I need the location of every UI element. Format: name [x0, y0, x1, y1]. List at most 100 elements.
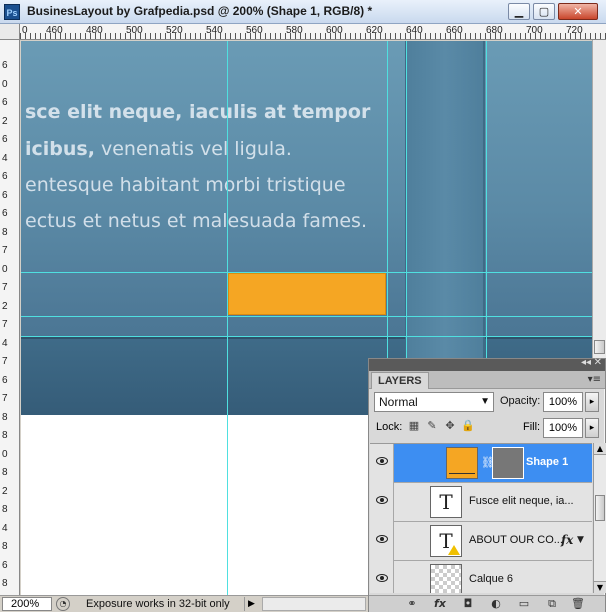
ruler-tick	[520, 33, 521, 39]
visibility-toggle[interactable]	[370, 444, 394, 483]
ruler-tick	[200, 33, 201, 39]
layer-row-text[interactable]: T Fusce elit neque, ia...	[370, 483, 592, 522]
lock-transparent-icon[interactable]: ▦	[407, 419, 421, 433]
layer-thumbnail	[430, 564, 462, 593]
orange-button-shape[interactable]	[228, 273, 386, 315]
ruler-tick	[570, 33, 571, 39]
maximize-button[interactable]: ▢	[533, 3, 555, 20]
ruler-tick	[435, 33, 436, 39]
chevron-down-icon: ▼	[480, 396, 490, 407]
ruler-tick	[55, 33, 56, 39]
layers-scrollbar[interactable]: ▲ ▼	[593, 443, 606, 593]
ruler-label: 6	[2, 208, 8, 219]
layers-footer-toolbar: ⚭ fx ◘ ◐ ▭ ⧉ 🗑	[369, 595, 605, 612]
ruler-label: 0	[2, 448, 8, 460]
ruler-tick	[480, 33, 481, 39]
horizontal-guide[interactable]	[21, 336, 606, 337]
ruler-label: 8	[2, 541, 8, 552]
tab-layers[interactable]: LAYERS	[371, 372, 429, 389]
opacity-slider-button[interactable]: ▸	[585, 392, 599, 412]
eye-icon	[376, 535, 388, 543]
ruler-tick	[445, 33, 446, 39]
ruler-tick	[460, 33, 461, 39]
fill-slider-button[interactable]: ▸	[585, 418, 599, 438]
vector-mask-thumbnail[interactable]	[492, 447, 524, 479]
fx-icon[interactable]: fx	[431, 597, 449, 611]
ruler-tick	[70, 33, 71, 39]
ruler-tick	[310, 33, 311, 39]
ruler-tick	[45, 33, 46, 39]
ruler-tick	[405, 33, 406, 39]
scroll-up-icon[interactable]: ▲	[594, 443, 606, 455]
visibility-toggle[interactable]	[370, 522, 394, 561]
photoshop-app-icon[interactable]: Ps	[4, 4, 20, 20]
document-vertical-scrollbar[interactable]	[592, 40, 606, 358]
panel-title-strip[interactable]: ◂◂ ✕	[369, 357, 605, 371]
opacity-input[interactable]: 100%	[543, 392, 583, 412]
ruler-tick	[225, 33, 226, 39]
ruler-tick	[455, 33, 456, 39]
status-info-icon[interactable]: ◔	[56, 597, 70, 611]
warning-icon	[448, 545, 460, 555]
chevron-down-icon[interactable]: ▼	[577, 535, 584, 545]
horizontal-guide[interactable]	[21, 316, 606, 317]
text-layer-icon: T	[430, 525, 462, 557]
ruler-tick	[250, 33, 251, 39]
scroll-down-icon[interactable]: ▼	[594, 581, 606, 593]
vertical-guide[interactable]	[227, 41, 228, 595]
ruler-tick	[550, 33, 551, 39]
ruler-tick	[95, 33, 96, 39]
visibility-toggle[interactable]	[370, 561, 394, 593]
fx-icon[interactable]: fx	[561, 533, 573, 547]
ruler-tick	[355, 33, 356, 39]
layer-name: Fusce elit neque, ia...	[469, 495, 574, 507]
ruler-tick	[255, 33, 256, 39]
scroll-thumb[interactable]	[595, 495, 605, 521]
new-group-icon[interactable]: ▭	[515, 597, 533, 611]
close-panel-icon[interactable]: ✕	[594, 357, 602, 368]
ruler-tick	[125, 33, 126, 39]
ruler-tick	[110, 33, 111, 39]
layer-row-about[interactable]: T ABOUT OUR CO... fx ▼	[370, 522, 592, 561]
ruler-tick	[565, 33, 566, 39]
lock-all-icon[interactable]: 🔒	[461, 419, 475, 433]
horizontal-scrollbar[interactable]	[262, 597, 366, 611]
zoom-level-input[interactable]: 200%	[2, 597, 52, 611]
new-layer-icon[interactable]: ⧉	[543, 597, 561, 611]
status-menu-arrow[interactable]: ▶	[244, 597, 258, 611]
lock-position-icon[interactable]: ✥	[443, 419, 457, 433]
title-bar: Ps BusinesLayout by Grafpedia.psd @ 200%…	[0, 0, 606, 24]
ruler-label: 7	[2, 356, 8, 367]
minimize-button[interactable]: ▁	[508, 3, 530, 20]
lock-pixels-icon[interactable]: ✎	[425, 419, 439, 433]
ruler-tick	[180, 33, 181, 39]
layers-panel: ◂◂ ✕ LAYERS ▾≡ Normal ▼ Opacity: 100% ▸ …	[368, 357, 606, 612]
fill-input[interactable]: 100%	[543, 418, 583, 438]
layer-row-calque-6[interactable]: Calque 6	[370, 561, 592, 593]
ruler-tick	[120, 33, 121, 39]
scroll-thumb[interactable]	[594, 340, 605, 354]
layer-name: ABOUT OUR CO...	[469, 534, 563, 546]
ruler-label: 8	[2, 430, 8, 441]
horizontal-guide[interactable]	[21, 272, 606, 273]
horizontal-ruler[interactable]: 0 460 480 500 520 540 560 580 600 620 64…	[20, 24, 606, 40]
collapse-panel-icon[interactable]: ◂◂	[581, 357, 591, 368]
ruler-tick	[495, 33, 496, 39]
link-layers-icon[interactable]: ⚭	[403, 597, 421, 611]
ruler-label: 8	[2, 411, 8, 423]
add-mask-icon[interactable]: ◘	[459, 597, 477, 611]
ruler-tick	[485, 33, 486, 39]
ruler-origin[interactable]	[0, 24, 20, 40]
ruler-tick	[270, 33, 271, 39]
ruler-tick	[220, 33, 221, 39]
visibility-toggle[interactable]	[370, 483, 394, 522]
vertical-ruler[interactable]: 606264666870727476788082848688	[0, 40, 20, 608]
close-button[interactable]: ✕	[558, 3, 598, 20]
panel-menu-icon[interactable]: ▾≡	[588, 374, 601, 385]
ruler-tick	[315, 33, 316, 39]
trash-icon[interactable]: 🗑	[569, 597, 587, 611]
blend-mode-select[interactable]: Normal ▼	[374, 392, 494, 412]
adjustment-layer-icon[interactable]: ◐	[487, 597, 505, 611]
layer-row-shape-1[interactable]: ⛓ Shape 1	[370, 444, 592, 483]
ruler-tick	[40, 33, 41, 39]
